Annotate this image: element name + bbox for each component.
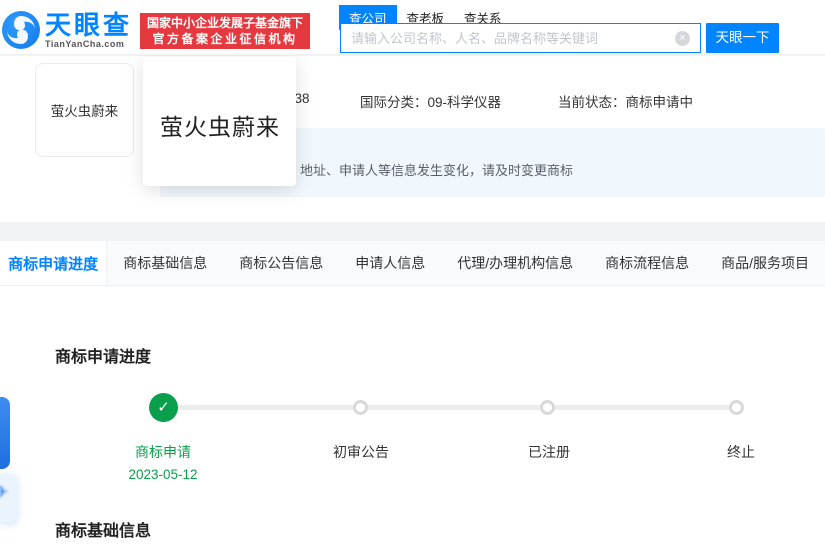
step-label-application: 商标申请 xyxy=(135,444,191,460)
step-circle-preliminary xyxy=(353,400,368,415)
current-status: 当前状态：商标申请中 xyxy=(558,95,693,110)
step-label-registered: 已注册 xyxy=(528,444,570,460)
side-float-tab[interactable] xyxy=(0,397,10,469)
tab-process-info[interactable]: 商标流程信息 xyxy=(589,241,705,285)
check-icon: ✓ xyxy=(149,393,178,422)
progress-title: 商标申请进度 xyxy=(55,349,152,366)
send-icon: ✈ xyxy=(0,482,10,502)
trademark-thumbnail[interactable]: 萤火虫蔚来 xyxy=(35,63,134,157)
basic-info-title: 商标基础信息 xyxy=(55,523,152,540)
logo-title: 天眼查 xyxy=(45,10,133,40)
logo-domain: TianYanCha.com xyxy=(45,39,125,49)
tianyancha-logo[interactable]: 天眼查 TianYanCha.com xyxy=(2,11,132,49)
search-input[interactable] xyxy=(341,30,675,46)
trademark-preview-text: 萤火虫蔚来 xyxy=(160,115,280,141)
trademark-preview-popup: 萤火虫蔚来 xyxy=(143,57,296,186)
trademark-summary-section: 萤火虫蔚来 038 国际分类：09-科学仪器 当前状态：商标申请中 地址、申请人… xyxy=(0,56,825,222)
progress-section: 商标申请进度 ✓ 商标申请 初审公告 已注册 终止 2023-05-12 商标基… xyxy=(0,286,825,560)
tianyancha-logo-icon xyxy=(2,11,40,49)
clear-icon[interactable]: × xyxy=(675,30,690,46)
detail-nav-tabs: 商标申请进度 商标基础信息 商标公告信息 申请人信息 代理/办理机构信息 商标流… xyxy=(0,240,825,286)
trademark-thumbnail-text: 萤火虫蔚来 xyxy=(50,104,119,120)
step-label-preliminary: 初审公告 xyxy=(333,444,389,460)
step-circle-terminated xyxy=(729,400,744,415)
trademark-detail-page: 天眼查 TianYanCha.com 国家中小企业发展子基金旗下 官方备案企业征… xyxy=(0,0,825,560)
tab-agency-info[interactable]: 代理/办理机构信息 xyxy=(441,241,589,285)
search-button[interactable]: 天眼一下 xyxy=(706,23,779,53)
change-notice-text: 地址、申请人等信息发生变化，请及时变更商标 xyxy=(300,163,574,178)
official-badge: 国家中小企业发展子基金旗下 官方备案企业征信机构 xyxy=(140,13,310,49)
side-service-icon[interactable]: ✈ xyxy=(0,474,17,522)
step-label-terminated: 终止 xyxy=(727,444,755,460)
timeline-line xyxy=(163,405,737,410)
badge-line1: 国家中小企业发展子基金旗下 xyxy=(146,16,303,30)
tab-goods-services[interactable]: 商品/服务项目 xyxy=(705,241,825,285)
badge-line2: 官方备案企业征信机构 xyxy=(152,32,298,46)
tab-announcement-info[interactable]: 商标公告信息 xyxy=(223,241,339,285)
step-circle-registered xyxy=(540,400,555,415)
tab-application-progress[interactable]: 商标申请进度 xyxy=(0,241,108,285)
site-header: 天眼查 TianYanCha.com 国家中小企业发展子基金旗下 官方备案企业征… xyxy=(0,0,825,55)
tab-basic-info[interactable]: 商标基础信息 xyxy=(107,241,223,285)
step-date-application: 2023-05-12 xyxy=(128,467,198,482)
search-box: × xyxy=(340,23,701,53)
tab-applicant-info[interactable]: 申请人信息 xyxy=(339,241,441,285)
international-class: 国际分类：09-科学仪器 xyxy=(360,95,502,110)
